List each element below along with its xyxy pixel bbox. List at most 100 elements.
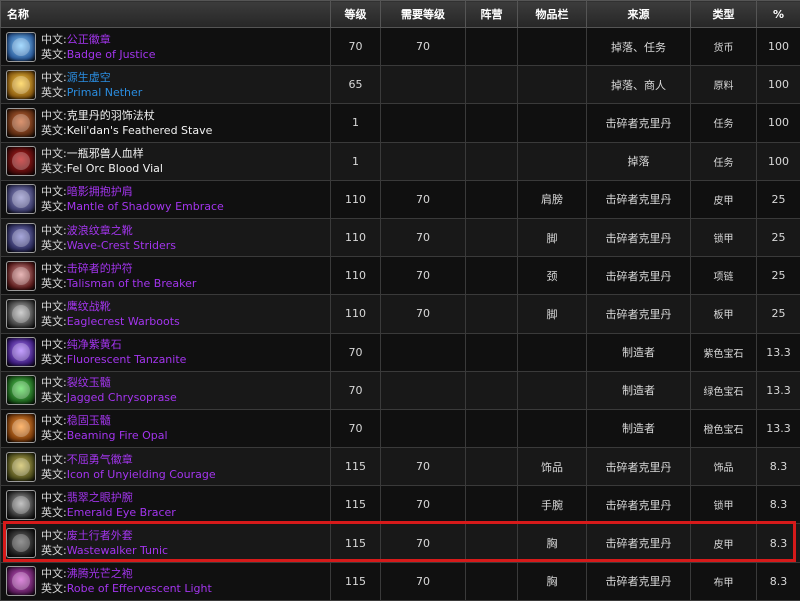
boots-icon[interactable] <box>6 222 36 253</box>
table-row-6[interactable]: 中文:波浪纹章之靴 英文:Wave-Crest Striders 110 70 … <box>0 217 800 258</box>
item-faction <box>465 523 518 563</box>
item-name-cn[interactable]: 废土行者外套 <box>67 529 133 542</box>
item-drop-percent: 13.3 <box>756 332 800 372</box>
item-source[interactable]: 击碎者克里丹 <box>586 561 691 601</box>
item-name-cn[interactable]: 稳固玉髓 <box>67 414 111 427</box>
item-required-level <box>380 408 466 449</box>
table-row-13[interactable]: 中文:翡翠之眼护腕 英文:Emerald Eye Bracer 115 70 手… <box>0 485 800 525</box>
item-name-cn[interactable]: 沸腾光芒之袍 <box>67 567 133 580</box>
item-slot: 胸 <box>517 561 587 601</box>
item-source[interactable]: 制造者 <box>586 332 691 372</box>
item-source[interactable]: 掉落、任务 <box>586 26 691 67</box>
header-required-level[interactable]: 需要等级 <box>380 0 466 28</box>
item-name-cn[interactable]: 裂纹玉髓 <box>67 376 111 389</box>
table-header-row: 名称 等级 需要等级 阵营 物品栏 来源 类型 % <box>0 0 800 28</box>
table-row-5[interactable]: 中文:暗影拥抱护肩 英文:Mantle of Shadowy Embrace 1… <box>0 179 800 219</box>
badge-icon[interactable] <box>6 31 36 62</box>
header-level[interactable]: 等级 <box>330 0 381 28</box>
item-source[interactable]: 制造者 <box>586 370 691 410</box>
item-source[interactable]: 击碎者克里丹 <box>586 523 691 563</box>
eye-amulet-icon[interactable] <box>6 260 36 291</box>
item-name-en[interactable]: Robe of Effervescent Light <box>67 582 212 595</box>
header-slot[interactable]: 物品栏 <box>517 0 587 28</box>
table-row-14[interactable]: 中文:废土行者外套 英文:Wastewalker Tunic 115 70 胸 … <box>0 523 800 563</box>
item-name-en[interactable]: Beaming Fire Opal <box>67 429 168 442</box>
item-name-cn[interactable]: 暗影拥抱护肩 <box>67 185 133 198</box>
table-row-12[interactable]: 中文:不屈勇气徽章 英文:Icon of Unyielding Courage … <box>0 447 800 487</box>
header-percent[interactable]: % <box>756 0 800 28</box>
item-name-cell: 中文:克里丹的羽饰法杖 英文:Keli'dan's Feathered Stav… <box>0 103 331 143</box>
item-name-en[interactable]: Jagged Chrysoprase <box>67 391 177 404</box>
item-name-en[interactable]: Fel Orc Blood Vial <box>67 162 163 175</box>
item-required-level: 70 <box>380 26 466 67</box>
orb-icon[interactable] <box>6 69 36 100</box>
item-name-cn[interactable]: 波浪纹章之靴 <box>67 224 133 237</box>
banner-icon[interactable] <box>6 451 36 482</box>
item-name-en[interactable]: Badge of Justice <box>67 48 156 61</box>
table-row-9[interactable]: 中文:纯净紫黄石 英文:Fluorescent Tanzanite 70 制造者… <box>0 332 800 372</box>
item-source[interactable]: 击碎者克里丹 <box>586 294 691 334</box>
item-source[interactable]: 击碎者克里丹 <box>586 485 691 525</box>
robe-icon[interactable] <box>6 566 36 597</box>
item-name-en[interactable]: Eaglecrest Warboots <box>67 315 180 328</box>
en-label: 英文: <box>41 429 67 443</box>
item-name-en[interactable]: Fluorescent Tanzanite <box>67 353 187 366</box>
item-name-en[interactable]: Wastewalker Tunic <box>67 544 168 557</box>
item-name-cn[interactable]: 击碎者的护符 <box>67 262 133 275</box>
table-row-1[interactable]: 中文:公正徽章 英文:Badge of Justice 70 70 掉落、任务 … <box>0 26 800 67</box>
cn-label: 中文: <box>41 299 67 313</box>
header-source[interactable]: 来源 <box>586 0 691 28</box>
header-type[interactable]: 类型 <box>690 0 757 28</box>
table-row-3[interactable]: 中文:克里丹的羽饰法杖 英文:Keli'dan's Feathered Stav… <box>0 103 800 143</box>
cn-label: 中文: <box>41 452 67 466</box>
item-name-en[interactable]: Wave-Crest Striders <box>67 239 176 252</box>
item-source[interactable]: 掉落、商人 <box>586 65 691 105</box>
table-row-8[interactable]: 中文:鹰纹战靴 英文:Eaglecrest Warboots 110 70 脚 … <box>0 294 800 334</box>
item-name-cell: 中文:公正徽章 英文:Badge of Justice <box>0 26 331 67</box>
item-source[interactable]: 掉落 <box>586 141 691 181</box>
orange-gem-icon[interactable] <box>6 413 36 444</box>
item-name-cn[interactable]: 鹰纹战靴 <box>67 300 111 313</box>
item-source[interactable]: 击碎者克里丹 <box>586 256 691 296</box>
item-name-en[interactable]: Primal Nether <box>67 86 143 99</box>
item-type: 绿色宝石 <box>690 370 757 410</box>
table-row-11[interactable]: 中文:稳固玉髓 英文:Beaming Fire Opal 70 制造者 橙色宝石… <box>0 408 800 449</box>
item-level: 70 <box>330 370 381 410</box>
shoulder-icon[interactable] <box>6 184 36 215</box>
purple-gem-icon[interactable] <box>6 337 36 368</box>
warboots-icon[interactable] <box>6 298 36 329</box>
header-name[interactable]: 名称 <box>0 0 331 28</box>
item-name-cn[interactable]: 公正徽章 <box>67 33 111 46</box>
item-source[interactable]: 击碎者克里丹 <box>586 447 691 487</box>
staff-icon[interactable] <box>6 107 36 138</box>
green-gem-icon[interactable] <box>6 375 36 406</box>
item-name-cn[interactable]: 克里丹的羽饰法杖 <box>67 109 155 122</box>
bracer-icon[interactable] <box>6 489 36 520</box>
item-name-cn[interactable]: 不屈勇气徽章 <box>67 453 133 466</box>
table-row-2[interactable]: 中文:源生虚空 英文:Primal Nether 65 掉落、商人 原料 100 <box>0 65 800 105</box>
table-row-7[interactable]: 中文:击碎者的护符 英文:Talisman of the Breaker 110… <box>0 256 800 296</box>
item-slot: 饰品 <box>517 447 587 487</box>
item-name-en[interactable]: Emerald Eye Bracer <box>67 506 176 519</box>
item-name-en[interactable]: Keli'dan's Feathered Stave <box>67 124 213 137</box>
item-type: 任务 <box>690 103 757 143</box>
item-name-cn[interactable]: 一瓶邪兽人血样 <box>67 147 144 160</box>
item-name-cn[interactable]: 源生虚空 <box>67 71 111 84</box>
table-row-15[interactable]: 中文:沸腾光芒之袍 英文:Robe of Effervescent Light … <box>0 561 800 601</box>
item-name-cn[interactable]: 翡翠之眼护腕 <box>67 491 133 504</box>
item-source[interactable]: 击碎者克里丹 <box>586 217 691 258</box>
item-name-en[interactable]: Icon of Unyielding Courage <box>67 468 216 481</box>
item-name-en[interactable]: Mantle of Shadowy Embrace <box>67 200 224 213</box>
header-faction[interactable]: 阵营 <box>465 0 518 28</box>
vial-icon[interactable] <box>6 146 36 177</box>
table-row-4[interactable]: 中文:一瓶邪兽人血样 英文:Fel Orc Blood Vial 1 掉落 任务… <box>0 141 800 181</box>
table-row-10[interactable]: 中文:裂纹玉髓 英文:Jagged Chrysoprase 70 制造者 绿色宝… <box>0 370 800 410</box>
item-slot: 颈 <box>517 256 587 296</box>
tunic-icon[interactable] <box>6 528 36 559</box>
item-source[interactable]: 制造者 <box>586 408 691 449</box>
item-source[interactable]: 击碎者克里丹 <box>586 179 691 219</box>
item-name-en[interactable]: Talisman of the Breaker <box>67 277 197 290</box>
item-source[interactable]: 击碎者克里丹 <box>586 103 691 143</box>
en-label: 英文: <box>41 314 67 328</box>
item-name-cn[interactable]: 纯净紫黄石 <box>67 338 122 351</box>
